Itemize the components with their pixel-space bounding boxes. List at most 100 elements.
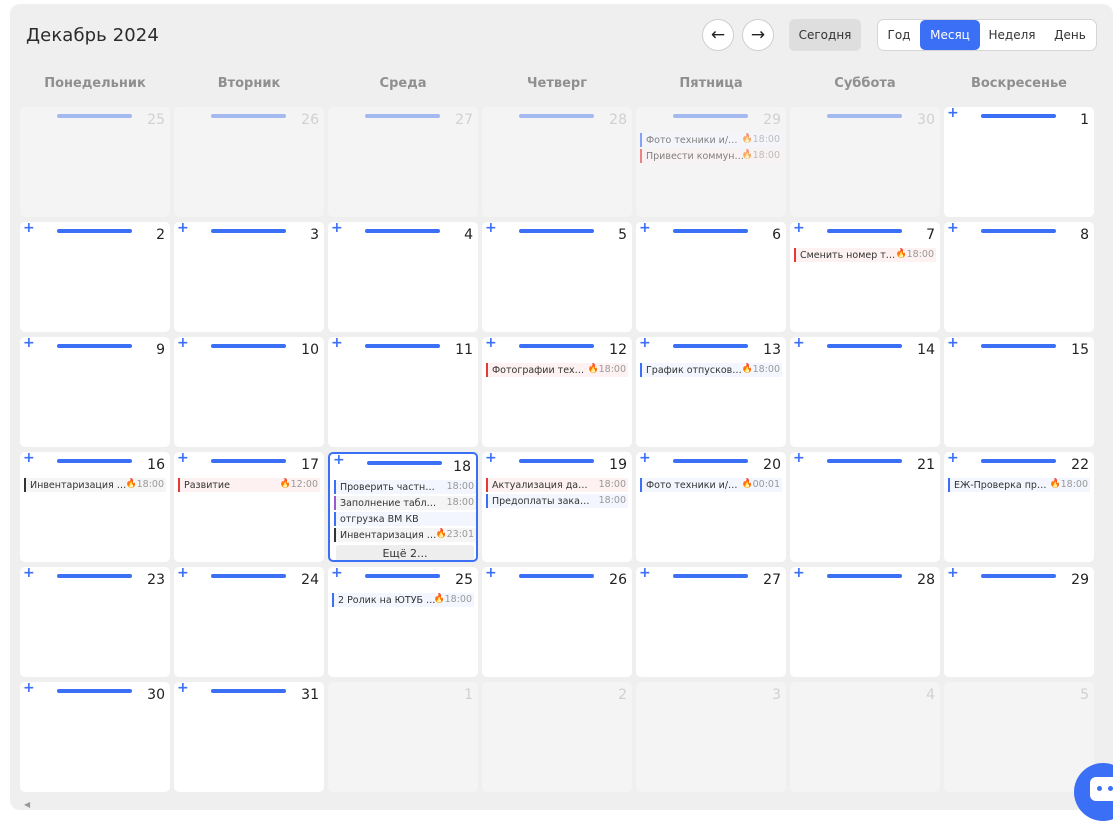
day-cell[interactable]: +23 bbox=[20, 567, 170, 677]
add-event-icon[interactable]: + bbox=[331, 222, 343, 236]
day-cell[interactable]: 29 Фото техники и/… 🔥 18:00 Привести коммун…… bbox=[636, 107, 786, 217]
day-cell[interactable]: +5 bbox=[482, 222, 632, 332]
day-cell[interactable]: 30 bbox=[790, 107, 940, 217]
add-event-icon[interactable]: + bbox=[177, 452, 189, 466]
event-item[interactable]: Развитие 🔥 12:00 bbox=[178, 478, 320, 492]
day-cell[interactable]: 4 bbox=[790, 682, 940, 792]
day-cell[interactable]: +14 bbox=[790, 337, 940, 447]
add-event-icon[interactable]: + bbox=[177, 682, 189, 696]
show-more-events-button[interactable]: Ещё 2... bbox=[336, 545, 474, 560]
day-cell[interactable]: +17 Развитие 🔥 12:00 bbox=[174, 452, 324, 562]
day-cell[interactable]: +8 bbox=[944, 222, 1094, 332]
add-event-icon[interactable]: + bbox=[331, 567, 343, 581]
day-cell[interactable]: +20 Фото техники и/… 🔥 00:01 bbox=[636, 452, 786, 562]
day-cell[interactable]: +12 Фотографии техн… 🔥 18:00 bbox=[482, 337, 632, 447]
scroll-left-arrow-icon[interactable]: ◀ bbox=[24, 800, 30, 809]
add-event-icon[interactable]: + bbox=[793, 567, 805, 581]
day-cell[interactable]: 25 bbox=[20, 107, 170, 217]
view-year-button[interactable]: Год bbox=[878, 20, 920, 50]
day-cell[interactable]: +6 bbox=[636, 222, 786, 332]
event-item[interactable]: Фото техники и/… 🔥 18:00 bbox=[640, 133, 782, 147]
event-item[interactable]: График отпусков … 🔥 18:00 bbox=[640, 363, 782, 377]
add-event-icon[interactable]: + bbox=[333, 454, 345, 468]
add-event-icon[interactable]: + bbox=[793, 222, 805, 236]
add-event-icon[interactable]: + bbox=[23, 567, 35, 581]
add-event-icon[interactable]: + bbox=[23, 682, 35, 696]
event-item[interactable]: Фотографии техн… 🔥 18:00 bbox=[486, 363, 628, 377]
view-day-button[interactable]: День bbox=[1044, 20, 1096, 50]
view-month-button[interactable]: Месяц bbox=[920, 20, 980, 50]
add-event-icon[interactable]: + bbox=[639, 337, 651, 351]
event-item[interactable]: Заполнение таблиц… 18:00 bbox=[334, 496, 476, 510]
next-month-button[interactable]: → bbox=[742, 19, 774, 51]
add-event-icon[interactable]: + bbox=[177, 567, 189, 581]
event-item[interactable]: Привести коммун… 🔥 18:00 bbox=[640, 149, 782, 163]
event-item[interactable]: Проверить частные … 18:00 bbox=[334, 480, 476, 494]
add-event-icon[interactable]: + bbox=[793, 452, 805, 466]
event-item[interactable]: Фото техники и/… 🔥 00:01 bbox=[640, 478, 782, 492]
day-cell[interactable]: +28 bbox=[790, 567, 940, 677]
event-item[interactable]: ЕЖ-Проверка пр… 🔥 18:00 bbox=[948, 478, 1090, 492]
add-event-icon[interactable]: + bbox=[23, 222, 35, 236]
day-cell[interactable]: 26 bbox=[174, 107, 324, 217]
day-cell[interactable]: 2 bbox=[482, 682, 632, 792]
event-item[interactable]: отгрузка ВМ КВ bbox=[334, 512, 476, 526]
add-event-icon[interactable]: + bbox=[947, 107, 959, 121]
prev-month-button[interactable]: ← bbox=[702, 19, 734, 51]
add-event-icon[interactable]: + bbox=[793, 337, 805, 351]
day-cell[interactable]: +31 bbox=[174, 682, 324, 792]
day-cell[interactable]: +3 bbox=[174, 222, 324, 332]
day-cell[interactable]: +9 bbox=[20, 337, 170, 447]
add-event-icon[interactable]: + bbox=[639, 567, 651, 581]
add-event-icon[interactable]: + bbox=[947, 452, 959, 466]
day-cell[interactable]: +26 bbox=[482, 567, 632, 677]
day-cell[interactable]: +30 bbox=[20, 682, 170, 792]
day-cell[interactable]: +24 bbox=[174, 567, 324, 677]
day-cell[interactable]: +22 ЕЖ-Проверка пр… 🔥 18:00 bbox=[944, 452, 1094, 562]
day-cell[interactable]: +4 bbox=[328, 222, 478, 332]
add-event-icon[interactable]: + bbox=[331, 337, 343, 351]
day-cell[interactable]: +19 Актуализация данн… 18:00 Предоплаты зак… bbox=[482, 452, 632, 562]
day-cell[interactable]: +25 2 Ролик на ЮТУБ … 🔥 18:00 bbox=[328, 567, 478, 677]
view-week-button[interactable]: Неделя bbox=[980, 20, 1044, 50]
day-cell[interactable]: 1 bbox=[328, 682, 478, 792]
add-event-icon[interactable]: + bbox=[485, 222, 497, 236]
day-cell[interactable]: 3 bbox=[636, 682, 786, 792]
add-event-icon[interactable]: + bbox=[947, 222, 959, 236]
add-event-icon[interactable]: + bbox=[177, 337, 189, 351]
today-button[interactable]: Сегодня bbox=[789, 19, 861, 51]
add-event-icon[interactable]: + bbox=[947, 337, 959, 351]
day-cell[interactable]: 5 bbox=[944, 682, 1094, 792]
event-item[interactable]: Инвентаризация … 🔥 23:01 bbox=[334, 528, 476, 542]
add-event-icon[interactable]: + bbox=[23, 452, 35, 466]
event-item[interactable]: Актуализация данн… 18:00 bbox=[486, 478, 628, 492]
day-cell[interactable]: 28 bbox=[482, 107, 632, 217]
day-cell[interactable]: +10 bbox=[174, 337, 324, 447]
day-cell[interactable]: +21 bbox=[790, 452, 940, 562]
day-cell[interactable]: +13 График отпусков … 🔥 18:00 bbox=[636, 337, 786, 447]
add-event-icon[interactable]: + bbox=[485, 452, 497, 466]
day-cell[interactable]: +1 bbox=[944, 107, 1094, 217]
add-event-icon[interactable]: + bbox=[639, 452, 651, 466]
add-event-icon[interactable]: + bbox=[639, 222, 651, 236]
event-item[interactable]: Предоплаты заказо… 18:00 bbox=[486, 494, 628, 508]
day-load-bar bbox=[827, 229, 902, 233]
day-cell[interactable]: +11 bbox=[328, 337, 478, 447]
day-cell[interactable]: +27 bbox=[636, 567, 786, 677]
day-cell[interactable]: +29 bbox=[944, 567, 1094, 677]
add-event-icon[interactable]: + bbox=[485, 567, 497, 581]
add-event-icon[interactable]: + bbox=[947, 567, 959, 581]
day-cell[interactable]: +15 bbox=[944, 337, 1094, 447]
day-cell[interactable]: +7 Сменить номер т… 🔥 18:00 bbox=[790, 222, 940, 332]
add-event-icon[interactable]: + bbox=[177, 222, 189, 236]
event-item[interactable]: 2 Ролик на ЮТУБ … 🔥 18:00 bbox=[332, 593, 474, 607]
event-item[interactable]: Сменить номер т… 🔥 18:00 bbox=[794, 248, 936, 262]
day-cell[interactable]: +2 bbox=[20, 222, 170, 332]
add-event-icon[interactable]: + bbox=[485, 337, 497, 351]
day-cell[interactable]: +18Проверить частные …18:00Заполнение та… bbox=[328, 452, 478, 562]
day-cell[interactable]: 27 bbox=[328, 107, 478, 217]
day-cell[interactable]: +16 Инвентаризация … 🔥 18:00 bbox=[20, 452, 170, 562]
fire-priority-icon: 🔥 bbox=[741, 134, 753, 144]
event-item[interactable]: Инвентаризация … 🔥 18:00 bbox=[24, 478, 166, 492]
add-event-icon[interactable]: + bbox=[23, 337, 35, 351]
